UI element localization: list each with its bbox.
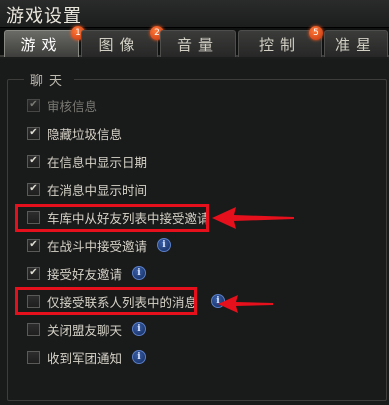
tab-label: 控制 <box>258 35 301 54</box>
check-icon: ✔ <box>29 183 38 194</box>
window-titlebar: 游戏设置 <box>0 0 389 28</box>
option-label: 在消息中显示时间 <box>47 182 148 198</box>
check-icon: ✔ <box>29 239 38 250</box>
checkbox[interactable] <box>27 350 40 364</box>
option-label: 在信息中显示日期 <box>47 154 148 170</box>
info-icon[interactable]: i <box>132 322 147 336</box>
option-moderate-messages[interactable]: ✔ 审核信息 <box>27 95 97 115</box>
check-icon: ✔ <box>29 127 38 138</box>
option-label: 接受好友邀请 <box>47 266 123 282</box>
option-show-time[interactable]: ✔ 在消息中显示时间 <box>27 179 147 199</box>
option-label: 关闭盟友聊天 <box>47 322 123 338</box>
tab-graphics[interactable]: 图像 2 <box>81 26 164 57</box>
checkbox[interactable] <box>27 322 40 336</box>
notification-badge: 5 <box>309 26 323 40</box>
checkbox[interactable]: ✔ <box>27 238 40 252</box>
window-title: 游戏设置 <box>6 6 82 27</box>
tab-label: 音量 <box>176 35 219 54</box>
option-friend-invites[interactable]: ✔ 接受好友邀请 i <box>27 263 147 283</box>
info-icon[interactable]: i <box>132 350 147 364</box>
option-label: 隐藏垃圾信息 <box>47 126 123 142</box>
highlight-box <box>15 204 209 232</box>
checkbox[interactable]: ✔ <box>27 98 40 112</box>
tab-volume[interactable]: 音量 <box>160 30 236 57</box>
check-icon: ✔ <box>29 267 38 278</box>
option-show-date[interactable]: ✔ 在信息中显示日期 <box>27 151 147 171</box>
arrow-icon <box>212 207 294 229</box>
checkbox[interactable]: ✔ <box>27 154 40 168</box>
tab-crosshair[interactable]: 准星 <box>324 30 388 57</box>
check-icon: ✔ <box>29 99 38 110</box>
tab-label: 准星 <box>334 35 377 54</box>
settings-panel: 聊天 ✔ 审核信息 ✔ 隐藏垃圾信息 ✔ 在信息中显示日期 ✔ 在消息中显示时间… <box>0 59 389 405</box>
checkbox[interactable]: ✔ <box>27 126 40 140</box>
option-label: 审核信息 <box>47 98 98 114</box>
option-clan-notifications[interactable]: 收到军团通知 i <box>27 347 147 367</box>
info-icon[interactable]: i <box>132 266 147 280</box>
tab-bar: 游戏 1 图像 2 音量 控制 5 准星 <box>0 26 389 57</box>
info-icon[interactable]: i <box>157 238 172 252</box>
tab-label: 图像 <box>98 35 141 54</box>
highlight-box <box>15 287 197 315</box>
tab-game[interactable]: 游戏 1 <box>4 26 85 57</box>
arrow-icon <box>218 295 273 313</box>
tab-label: 游戏 <box>20 35 63 54</box>
option-hide-spam[interactable]: ✔ 隐藏垃圾信息 <box>27 123 122 143</box>
check-icon: ✔ <box>29 155 38 166</box>
checkbox[interactable]: ✔ <box>27 266 40 280</box>
checkbox[interactable]: ✔ <box>27 182 40 196</box>
option-battle-invites[interactable]: ✔ 在战斗中接受邀请 i <box>27 235 172 255</box>
group-title: 聊天 <box>24 70 75 89</box>
tab-controls[interactable]: 控制 5 <box>238 26 323 57</box>
option-label: 收到军团通知 <box>47 350 123 366</box>
option-disable-ally-chat[interactable]: 关闭盟友聊天 i <box>27 319 147 339</box>
option-label: 在战斗中接受邀请 <box>47 238 148 254</box>
